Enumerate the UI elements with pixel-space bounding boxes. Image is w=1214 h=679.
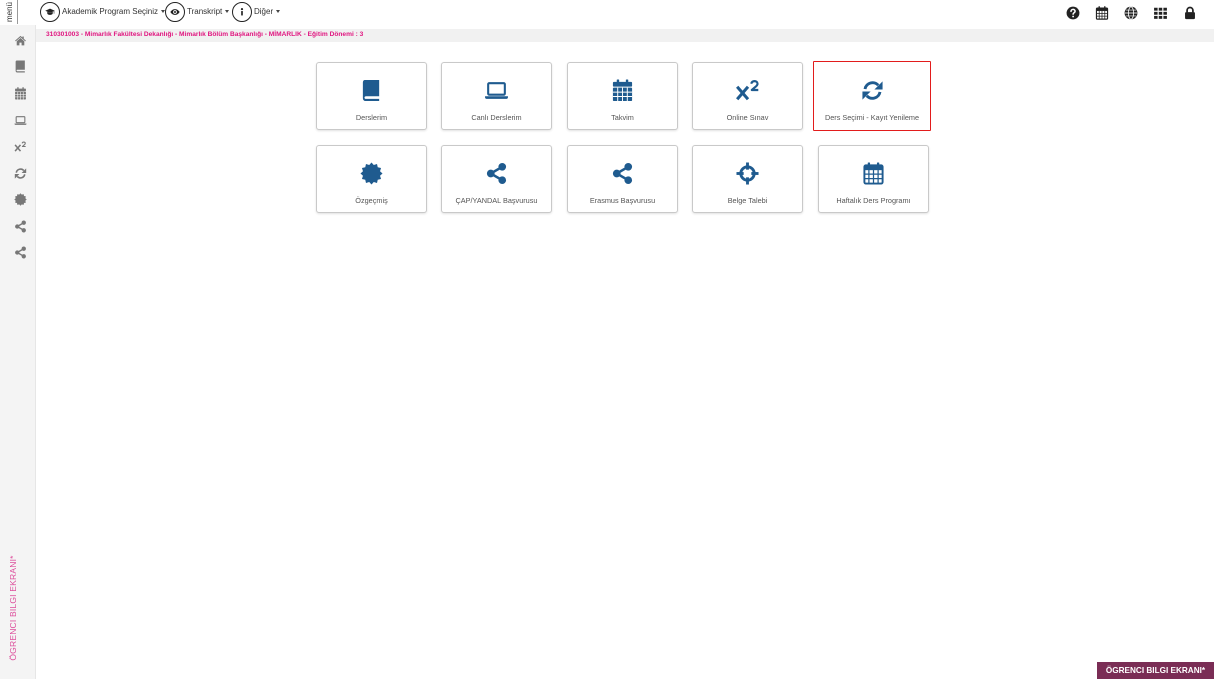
calendar-icon — [568, 77, 677, 103]
sidebar: ÖGRENCI BILGI EKRANI* — [0, 25, 36, 679]
eye-icon — [165, 1, 185, 22]
laptop-icon — [442, 77, 551, 103]
student-info-screen-badge[interactable]: ÖGRENCI BILGI EKRANI* — [1097, 662, 1214, 679]
question-circle-icon[interactable] — [1066, 6, 1080, 20]
tile-online-sinav[interactable]: Online Sınav — [692, 62, 803, 130]
sidebar-item-course-selection[interactable] — [11, 162, 29, 184]
certificate-icon — [317, 160, 426, 186]
transcript-dropdown[interactable]: Transkript — [165, 1, 230, 22]
transcript-label: Transkript — [187, 6, 223, 16]
tile-label: Haftalık Ders Programı — [836, 196, 911, 205]
grid-icon[interactable] — [1153, 6, 1168, 20]
sidebar-vertical-label[interactable]: ÖGRENCI BILGI EKRANI* — [8, 555, 18, 660]
calendar-icon — [14, 87, 27, 100]
calendar-week-icon — [819, 160, 928, 186]
menu-toggle-label: menü — [5, 1, 14, 23]
tile-ders-secimi[interactable]: Ders Seçimi - Kayıt Yenileme — [813, 61, 931, 131]
home-icon — [14, 34, 27, 47]
superscript-icon — [693, 77, 802, 103]
sidebar-item-live-courses[interactable] — [11, 109, 29, 131]
tile-cap-yandal[interactable]: ÇAP/YANDAL Başvurusu — [441, 145, 552, 213]
other-label: Diğer — [254, 6, 274, 16]
tile-ozgecmis[interactable]: Özgeçmiş — [316, 145, 427, 213]
share-icon — [568, 160, 677, 186]
sidebar-item-courses[interactable] — [11, 55, 29, 77]
sidebar-item-erasmus[interactable] — [11, 241, 29, 263]
share-icon — [14, 220, 27, 233]
tile-canli-derslerim[interactable]: Canlı Derslerim — [441, 62, 552, 130]
book-icon — [317, 77, 426, 103]
tile-label: ÇAP/YANDAL Başvurusu — [455, 196, 538, 205]
certificate-icon — [14, 193, 27, 206]
tile-label: Ders Seçimi - Kayıt Yenileme — [824, 113, 920, 122]
tile-belge-talebi[interactable]: Belge Talebi — [692, 145, 803, 213]
tile-label: Online Sınav — [726, 113, 769, 122]
share-icon — [14, 246, 27, 259]
tile-erasmus[interactable]: Erasmus Başvurusu — [567, 145, 678, 213]
refresh-icon — [814, 77, 930, 103]
tile-label: Derslerim — [355, 113, 388, 122]
sidebar-item-home[interactable] — [11, 29, 29, 51]
tile-haftalik-ders-programi[interactable]: Haftalık Ders Programı — [818, 145, 929, 213]
tile-label: Canlı Derslerim — [471, 113, 522, 122]
sidebar-item-online-exam[interactable] — [11, 135, 29, 157]
caret-down-icon — [225, 10, 230, 13]
top-navbar: menü Akademik Program Seçiniz Transkript… — [0, 0, 1214, 25]
tile-derslerim[interactable]: Derslerim — [316, 62, 427, 130]
breadcrumb: 310301003 - Mimarlık Fakültesi Dekanlığı… — [36, 29, 1214, 42]
globe-icon[interactable] — [1124, 6, 1138, 20]
caret-down-icon — [276, 10, 281, 13]
calendar-icon[interactable] — [1095, 6, 1109, 20]
crosshairs-icon — [693, 160, 802, 186]
academic-program-dropdown[interactable]: Akademik Program Seçiniz — [40, 1, 166, 22]
refresh-icon — [14, 167, 27, 180]
tile-takvim[interactable]: Takvim — [567, 62, 678, 130]
top-right-toolbar — [1066, 5, 1197, 20]
lock-icon[interactable] — [1183, 6, 1197, 20]
tile-label: Özgeçmiş — [355, 196, 388, 205]
sidebar-item-resume[interactable] — [11, 188, 29, 210]
menu-toggle-button[interactable]: menü — [2, 0, 18, 24]
tile-label: Takvim — [611, 113, 634, 122]
tile-label: Erasmus Başvurusu — [589, 196, 656, 205]
share-icon — [442, 160, 551, 186]
sidebar-item-calendar[interactable] — [11, 82, 29, 104]
graduation-cap-icon — [40, 1, 60, 22]
superscript-icon — [14, 140, 27, 153]
breadcrumb-text: 310301003 - Mimarlık Fakültesi Dekanlığı… — [46, 31, 364, 38]
other-dropdown[interactable]: Diğer — [232, 1, 281, 22]
info-icon — [232, 1, 252, 22]
book-icon — [14, 60, 27, 73]
academic-program-label: Akademik Program Seçiniz — [62, 6, 159, 16]
sidebar-item-cap-yandal[interactable] — [11, 215, 29, 237]
laptop-icon — [14, 114, 27, 127]
tile-label: Belge Talebi — [727, 196, 768, 205]
